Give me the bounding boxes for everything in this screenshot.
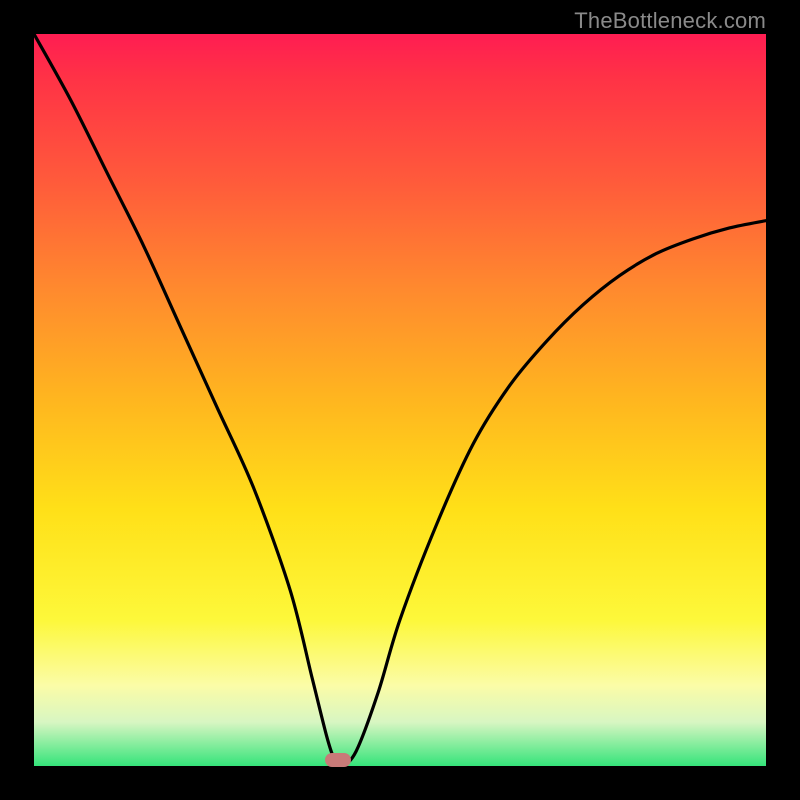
- chart-frame: TheBottleneck.com: [0, 0, 800, 800]
- bottleneck-curve: [34, 34, 766, 766]
- optimum-marker: [325, 753, 351, 767]
- plot-area: [34, 34, 766, 766]
- curve-layer: [34, 34, 766, 766]
- watermark-label: TheBottleneck.com: [574, 8, 766, 34]
